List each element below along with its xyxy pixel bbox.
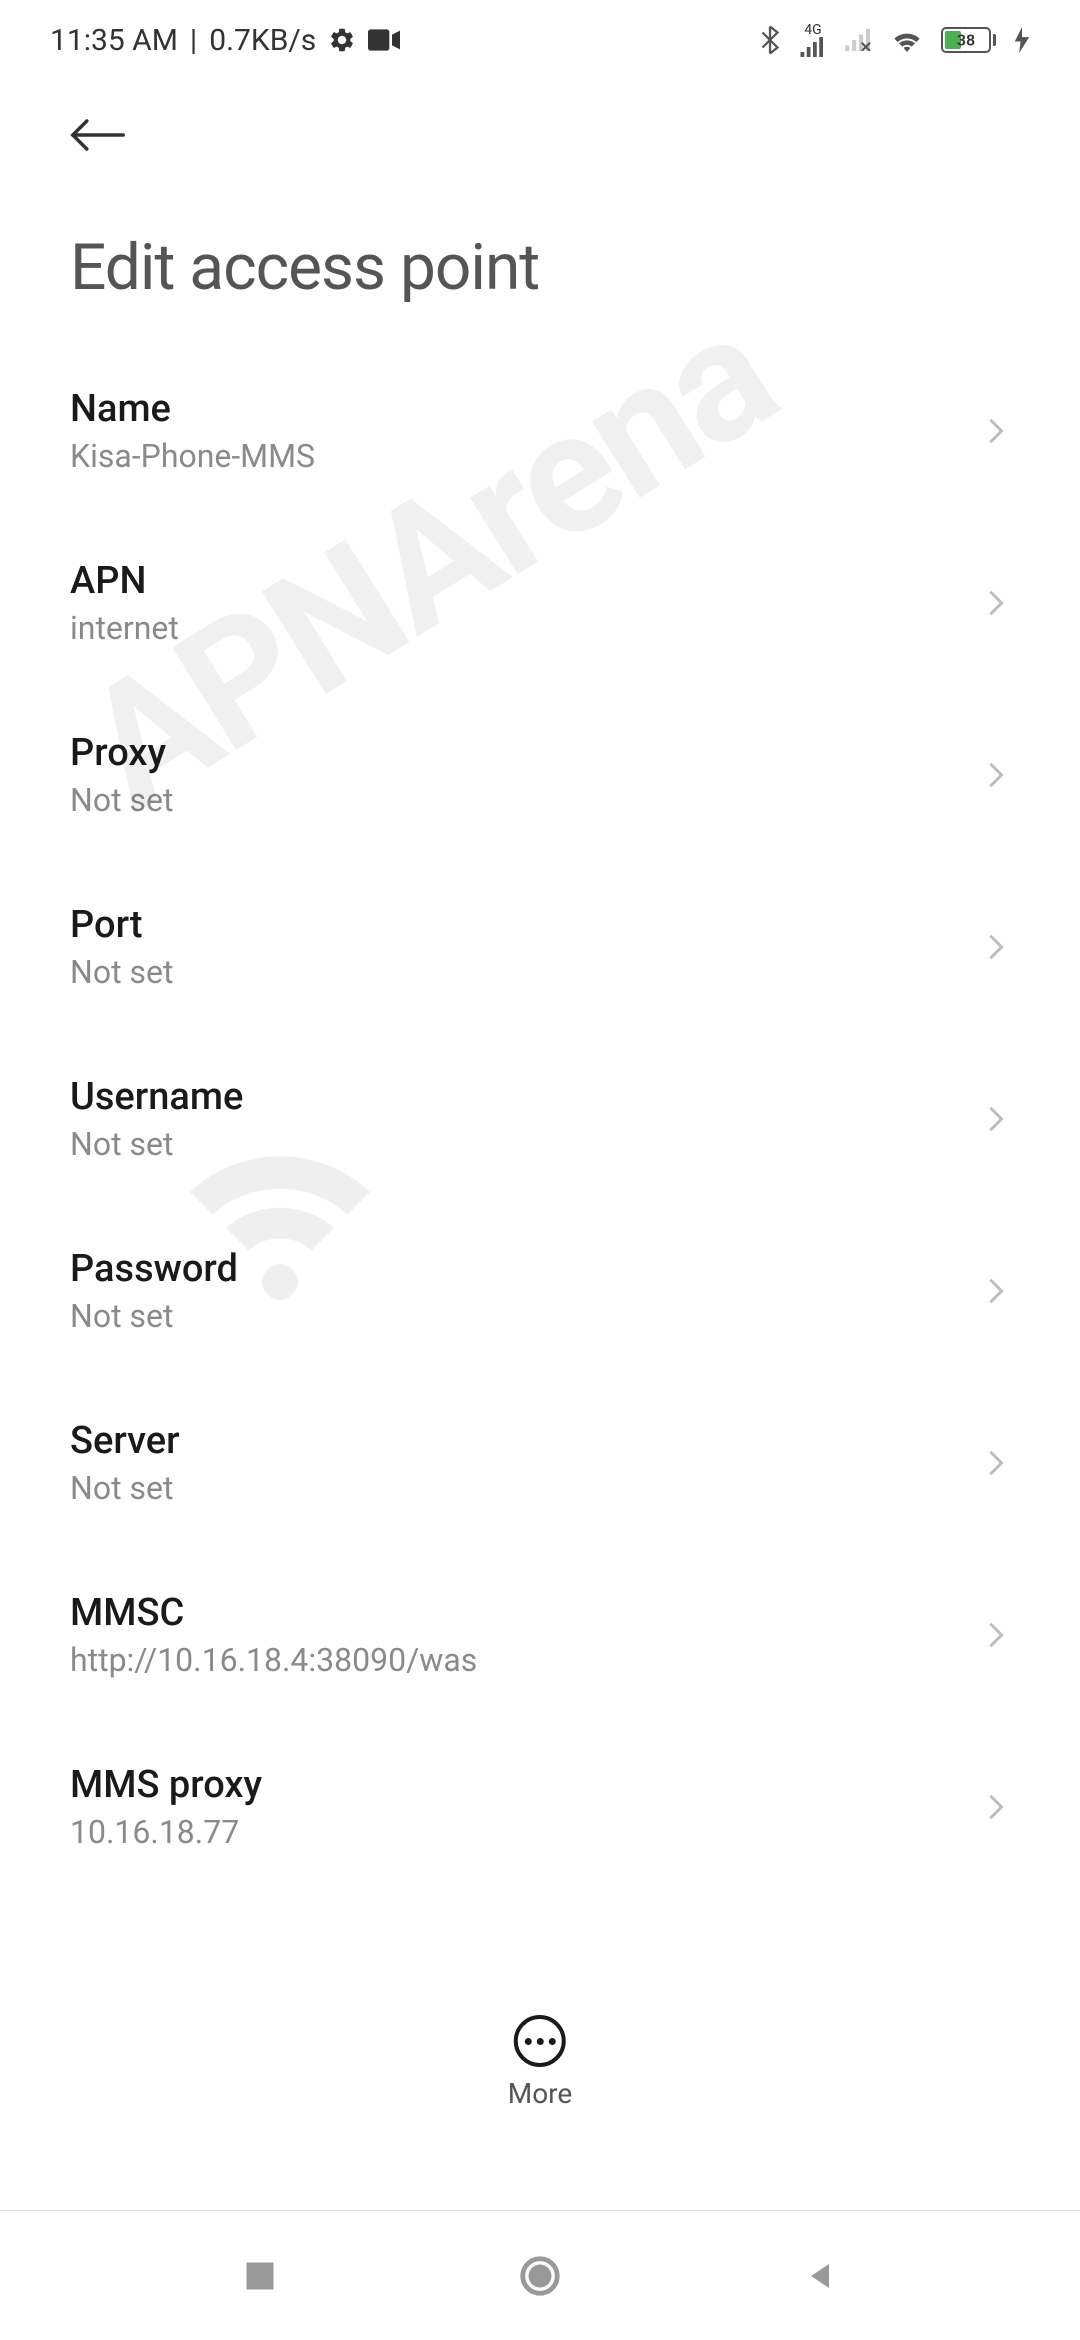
status-left: 11:35 AM | 0.7KB/s <box>50 23 400 58</box>
setting-value: Not set <box>70 781 173 819</box>
more-button[interactable]: More <box>508 2015 573 2110</box>
setting-label: MMSC <box>70 1591 477 1635</box>
chevron-right-icon <box>982 589 1010 617</box>
chevron-right-icon <box>982 933 1010 961</box>
setting-value: Kisa-Phone-MMS <box>70 437 315 475</box>
setting-value: 10.16.18.77 <box>70 1813 262 1851</box>
setting-value: http://10.16.18.4:38090/was <box>70 1641 477 1679</box>
setting-value: Not set <box>70 953 173 991</box>
page-title: Edit access point <box>0 180 1080 345</box>
setting-value: Not set <box>70 1297 238 1335</box>
setting-value: internet <box>70 609 179 647</box>
setting-row-port[interactable]: Port Not set <box>70 861 1010 1033</box>
status-bar: 11:35 AM | 0.7KB/s 4G 38 <box>0 0 1080 80</box>
battery-icon: 38 <box>941 27 996 53</box>
chevron-right-icon <box>982 1793 1010 1821</box>
nav-home-button[interactable] <box>510 2246 570 2306</box>
more-icon <box>514 2015 566 2067</box>
nav-recent-button[interactable] <box>230 2246 290 2306</box>
setting-label: Port <box>70 903 173 947</box>
setting-row-mmsc[interactable]: MMSC http://10.16.18.4:38090/was <box>70 1549 1010 1721</box>
gear-icon <box>328 26 356 54</box>
setting-row-password[interactable]: Password Not set <box>70 1205 1010 1377</box>
setting-label: Username <box>70 1075 243 1119</box>
setting-label: MMS proxy <box>70 1763 262 1807</box>
setting-label: Name <box>70 387 315 431</box>
back-button[interactable] <box>70 100 140 170</box>
setting-row-server[interactable]: Server Not set <box>70 1377 1010 1549</box>
navigation-bar <box>0 2210 1080 2340</box>
bluetooth-icon <box>759 25 781 55</box>
more-label: More <box>508 2077 573 2110</box>
signal-4g-icon: 4G <box>799 23 827 57</box>
setting-label: APN <box>70 559 179 603</box>
status-separator: | <box>190 23 197 58</box>
status-right: 4G 38 <box>759 23 1030 57</box>
square-icon <box>242 2258 278 2294</box>
status-speed: 0.7KB/s <box>209 23 316 58</box>
signal-nosim-icon <box>845 29 873 51</box>
setting-row-proxy[interactable]: Proxy Not set <box>70 689 1010 861</box>
back-arrow-icon <box>70 115 126 155</box>
status-time: 11:35 AM <box>50 23 178 58</box>
setting-row-username[interactable]: Username Not set <box>70 1033 1010 1205</box>
setting-label: Password <box>70 1247 238 1291</box>
chevron-right-icon <box>982 1449 1010 1477</box>
wifi-icon <box>891 27 923 53</box>
setting-row-name[interactable]: Name Kisa-Phone-MMS <box>70 345 1010 517</box>
chevron-right-icon <box>982 761 1010 789</box>
chevron-right-icon <box>982 1105 1010 1133</box>
charging-icon <box>1014 27 1030 53</box>
chevron-right-icon <box>982 1621 1010 1649</box>
chevron-right-icon <box>982 417 1010 445</box>
settings-list: Name Kisa-Phone-MMS APN internet Proxy N… <box>0 345 1080 1893</box>
triangle-back-icon <box>802 2258 838 2294</box>
setting-row-apn[interactable]: APN internet <box>70 517 1010 689</box>
nav-back-button[interactable] <box>790 2246 850 2306</box>
circle-icon <box>517 2253 563 2299</box>
setting-value: Not set <box>70 1125 243 1163</box>
setting-row-mms-proxy[interactable]: MMS proxy 10.16.18.77 <box>70 1721 1010 1893</box>
setting-value: Not set <box>70 1469 180 1507</box>
setting-label: Server <box>70 1419 180 1463</box>
setting-label: Proxy <box>70 731 173 775</box>
video-icon <box>368 29 400 51</box>
chevron-right-icon <box>982 1277 1010 1305</box>
header <box>0 80 1080 180</box>
